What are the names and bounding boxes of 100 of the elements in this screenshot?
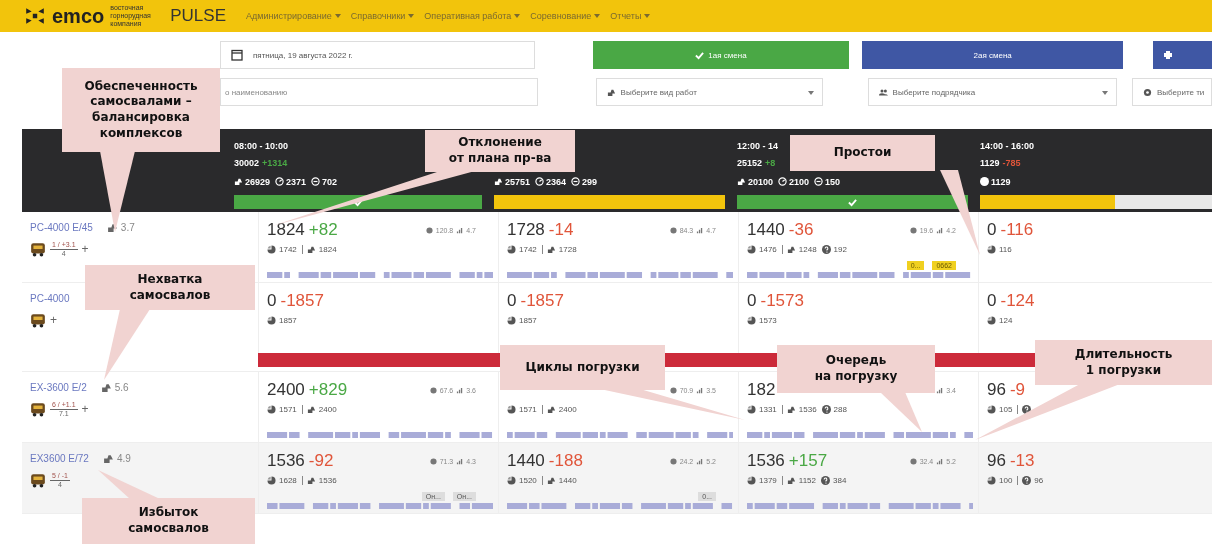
pie-icon [987, 475, 996, 485]
excavator-icon [786, 244, 796, 254]
callout: Отклонение от плана пр-ва [425, 130, 575, 172]
equipment-link[interactable]: PC-4000 E/45 [30, 222, 93, 233]
dump-truck-icon [30, 401, 46, 417]
pie-icon [267, 404, 276, 414]
equipment-link[interactable]: EX-3600 E/2 [30, 382, 87, 393]
fact-value: 182 [747, 380, 776, 400]
period-delta: +8 [765, 158, 776, 170]
excavator-icon [786, 475, 796, 485]
callout-pointer [104, 309, 150, 380]
type-dropdown[interactable]: Выберите ти [1132, 78, 1212, 106]
excavator-icon [100, 382, 112, 393]
signal-icon [456, 386, 464, 394]
fact-value: 1728 [507, 220, 545, 240]
plan-deviation: -124 [1000, 291, 1035, 311]
fact-value: 1440 [747, 220, 785, 240]
cell-stat: 1824 [318, 244, 337, 254]
add-truck-button[interactable]: + [81, 402, 89, 416]
pie-icon [987, 315, 996, 325]
check-icon [695, 50, 705, 60]
callout: Длительность 1 погрузки [1035, 340, 1212, 385]
rating-value: 3.7 [120, 222, 135, 233]
dot-icon [909, 457, 917, 465]
pie-icon [747, 404, 756, 414]
dot-icon [429, 386, 437, 394]
shift-button[interactable]: 2ая смена [861, 41, 1124, 69]
cell-stat: 1571 [279, 404, 297, 414]
minus-circle-icon [571, 177, 581, 186]
plan-deviation: -36 [788, 220, 814, 240]
period-stat: 26929 [245, 176, 271, 187]
plan-deviation: +82 [308, 220, 338, 240]
signal-icon [456, 457, 464, 465]
menu-item[interactable]: Администрирование [246, 11, 341, 21]
fact-value: 1824 [267, 220, 305, 240]
period-stat: 299 [582, 176, 598, 187]
people-icon [878, 87, 888, 97]
period-time: 14:00 - 16:00 [980, 141, 1035, 153]
add-truck-button[interactable]: + [81, 242, 89, 256]
excavator-icon [546, 404, 556, 414]
signal-icon [936, 226, 944, 234]
excavator-icon [306, 404, 316, 414]
period-stat: 2371 [286, 176, 307, 187]
period-stat: 702 [322, 176, 338, 187]
product-name: PULSE [170, 6, 226, 26]
name-search-field[interactable]: о наименованию [220, 78, 538, 106]
pie-icon [987, 244, 996, 254]
plan-deviation: -13 [1009, 451, 1035, 471]
menu-item[interactable]: Оперативная работа [424, 11, 521, 21]
cell-stat: 116 [999, 244, 1012, 254]
pie-icon [507, 404, 516, 414]
fact-value: 1536 [267, 451, 305, 471]
work-type-dropdown[interactable]: Выберите вид работ [595, 78, 823, 106]
excavator-icon [306, 244, 316, 254]
signal-icon [936, 386, 944, 394]
excavator-icon [546, 475, 556, 485]
gauge-icon [535, 177, 545, 186]
period-stat: 150 [825, 176, 841, 187]
shift-button[interactable]: 1ая смена [593, 41, 849, 69]
fact-value: 0 [507, 291, 517, 311]
cell-stat: 1573 [759, 315, 777, 325]
print-button[interactable] [1153, 41, 1212, 69]
callout-pointer [98, 470, 160, 499]
pie-icon [747, 315, 756, 325]
dump-truck-icon [30, 312, 46, 328]
period-time: 08:00 - 10:00 [234, 141, 289, 153]
rating-value: 4.9 [116, 453, 131, 464]
plan-deviation: -14 [548, 220, 574, 240]
cell-stat: 96 [1034, 475, 1044, 485]
rating-value: 5.6 [114, 382, 129, 393]
gauge-icon [275, 177, 285, 186]
calendar-icon [231, 49, 243, 61]
callout: Циклы погрузки [500, 345, 665, 390]
excavator-icon [546, 244, 556, 254]
logo-icon [24, 7, 46, 25]
cell-stat: 384 [833, 475, 847, 485]
period-delta: -785 [1002, 158, 1021, 170]
period-total: 25152 [737, 158, 763, 170]
cell-stat: 1857 [519, 315, 537, 325]
plan-deviation: -188 [548, 451, 583, 471]
cell-stat: 1152 [798, 475, 816, 485]
equipment-link[interactable]: PC-4000 [30, 293, 70, 304]
check-icon [848, 197, 857, 207]
pie-icon [267, 244, 276, 254]
excavator-icon [494, 177, 503, 186]
cell-stat: 1742 [279, 244, 297, 254]
contractor-dropdown[interactable]: Выберите подрядчика [867, 78, 1117, 106]
equipment-link[interactable]: EX3600 E/72 [30, 453, 89, 464]
pie-icon [987, 404, 996, 414]
date-field[interactable]: пятница, 19 августа 2022 г. [220, 41, 536, 69]
menu-item[interactable]: Отчеты [610, 11, 651, 21]
plan-deviation: -1573 [760, 291, 804, 311]
cell-stat: 1536 [318, 475, 337, 485]
signal-icon [456, 226, 464, 234]
menu-item[interactable]: Справочники [350, 11, 415, 21]
cell-stat: 1440 [558, 475, 577, 485]
menu-item[interactable]: Соревнование [530, 11, 601, 21]
cell-stat: 1628 [279, 475, 297, 485]
add-truck-button[interactable]: + [50, 313, 57, 327]
cell-stat: 124 [999, 315, 1013, 325]
